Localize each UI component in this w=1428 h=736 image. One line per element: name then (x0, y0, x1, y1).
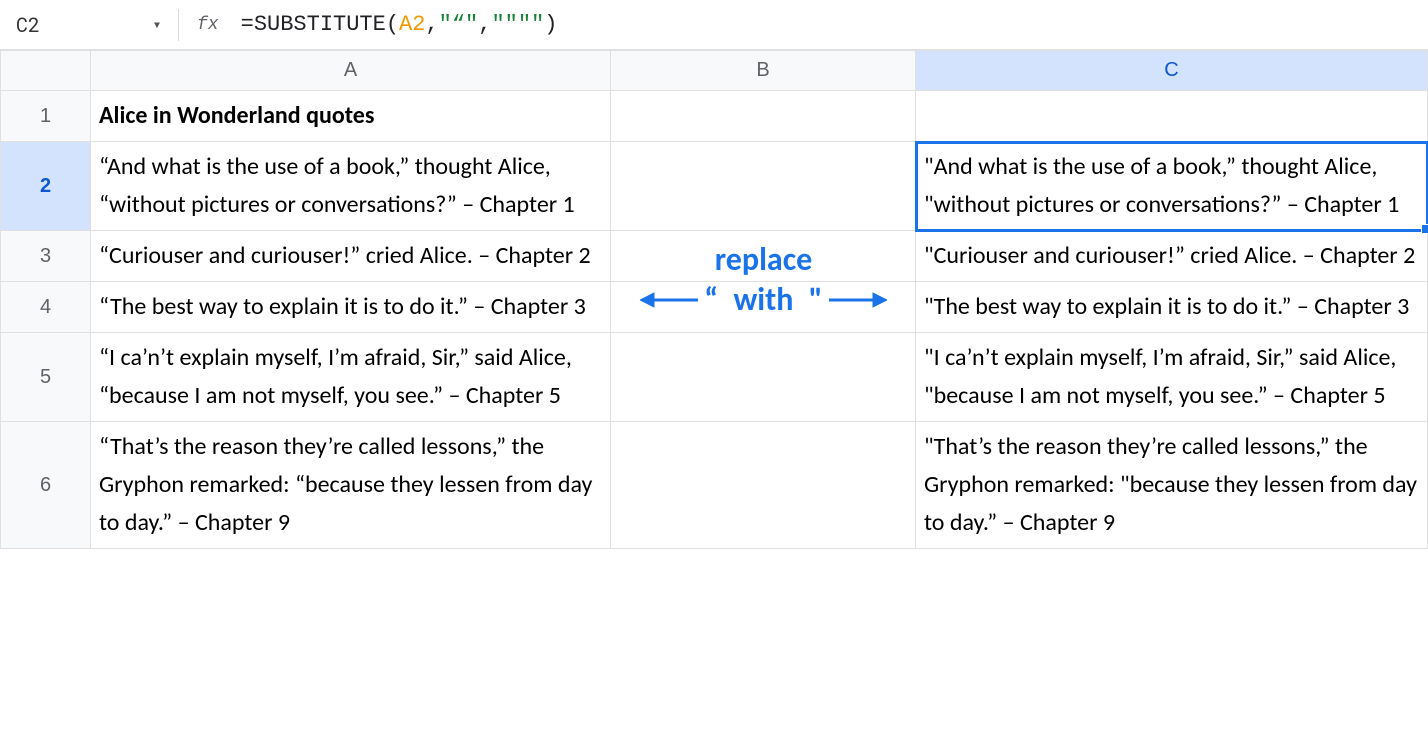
name-box[interactable]: C2 ▼ (10, 12, 160, 38)
cell-c3[interactable]: "Curiouser and curiouser!” cried Alice. … (916, 231, 1428, 282)
name-box-dropdown-icon[interactable]: ▼ (154, 18, 160, 32)
table-row: 5 “I ca’n’t explain myself, I’m afraid, … (1, 333, 1428, 422)
cell-b3[interactable] (611, 231, 916, 282)
row-header-5[interactable]: 5 (1, 333, 91, 422)
cell-c1[interactable] (916, 91, 1428, 142)
cell-b5[interactable] (611, 333, 916, 422)
table-row: 2 “And what is the use of a book,” thoug… (1, 142, 1428, 231)
formula-input[interactable]: =SUBSTITUTE(A2,"“","""") (241, 12, 1418, 37)
formula-bar: C2 ▼ fx =SUBSTITUTE(A2,"“","""") (0, 0, 1428, 50)
row-header-6[interactable]: 6 (1, 422, 91, 549)
cell-a6[interactable]: “That’s the reason they’re called lesson… (91, 422, 611, 549)
cell-c6[interactable]: "That’s the reason they’re called lesson… (916, 422, 1428, 549)
table-row: 1 Alice in Wonderland quotes (1, 91, 1428, 142)
cell-a5[interactable]: “I ca’n’t explain myself, I’m afraid, Si… (91, 333, 611, 422)
cell-b2[interactable] (611, 142, 916, 231)
cell-b6[interactable] (611, 422, 916, 549)
cell-c4[interactable]: "The best way to explain it is to do it.… (916, 282, 1428, 333)
cell-b1[interactable] (611, 91, 916, 142)
table-row: 3 “Curiouser and curiouser!” cried Alice… (1, 231, 1428, 282)
row-header-3[interactable]: 3 (1, 231, 91, 282)
cell-a3[interactable]: “Curiouser and curiouser!” cried Alice. … (91, 231, 611, 282)
name-box-value: C2 (16, 12, 40, 38)
table-row: 4 “The best way to explain it is to do i… (1, 282, 1428, 333)
cell-a1[interactable]: Alice in Wonderland quotes (91, 91, 611, 142)
sheet-table: A B C 1 Alice in Wonderland quotes 2 “An… (0, 50, 1428, 549)
separator (178, 9, 179, 41)
row-header-2[interactable]: 2 (1, 142, 91, 231)
cell-c5[interactable]: "I ca’n’t explain myself, I’m afraid, Si… (916, 333, 1428, 422)
cell-a2[interactable]: “And what is the use of a book,” thought… (91, 142, 611, 231)
fx-icon: fx (197, 15, 219, 35)
row-header-4[interactable]: 4 (1, 282, 91, 333)
cell-a4[interactable]: “The best way to explain it is to do it.… (91, 282, 611, 333)
col-header-c[interactable]: C (916, 51, 1428, 91)
cell-b4[interactable] (611, 282, 916, 333)
cell-c2[interactable]: "And what is the use of a book,” thought… (916, 142, 1428, 231)
select-all-corner[interactable] (1, 51, 91, 91)
col-header-b[interactable]: B (611, 51, 916, 91)
row-header-1[interactable]: 1 (1, 91, 91, 142)
spreadsheet-grid: A B C 1 Alice in Wonderland quotes 2 “An… (0, 50, 1428, 549)
table-row: 6 “That’s the reason they’re called less… (1, 422, 1428, 549)
col-header-a[interactable]: A (91, 51, 611, 91)
